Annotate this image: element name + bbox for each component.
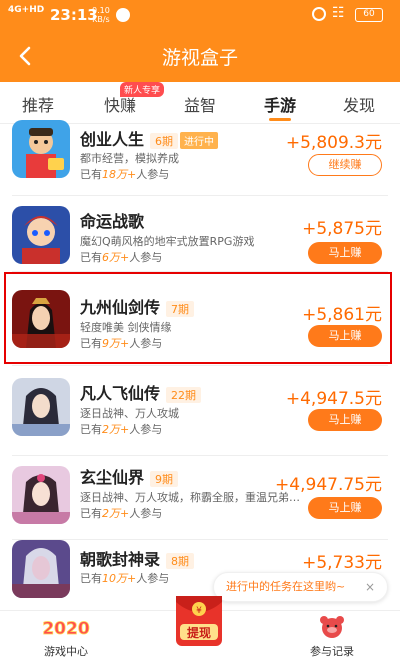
participants: 已有10万+人参与 <box>80 570 169 586</box>
game-icon <box>12 206 70 264</box>
list-item[interactable]: 命运战歌 魔幻Q萌风格的地牢式放置RPG游戏 已有6万+人参与 +5,875元 … <box>0 196 400 272</box>
participants-suffix: 人参与 <box>136 168 170 181</box>
battery-icon: 60 <box>355 8 383 22</box>
reward-amount: +5,733元 <box>302 553 382 573</box>
participants: 已有6万+人参与 <box>80 249 162 265</box>
participants-prefix: 已有 <box>80 572 102 585</box>
earn-now-button[interactable]: 马上赚 <box>308 497 382 519</box>
game-description: 都市经营，模拟养成 <box>80 152 179 165</box>
tab-discover[interactable]: 发现 <box>343 92 375 116</box>
game-description: 魔幻Q萌风格的地牢式放置RPG游戏 <box>80 235 255 248</box>
game-center-nav[interactable]: 2020 游戏中心 <box>26 613 106 659</box>
speed-unit: KB/s <box>92 15 110 24</box>
participants-prefix: 已有 <box>80 507 102 520</box>
game-name: 命运战歌 <box>80 208 144 232</box>
participant-count: 10万+ <box>102 572 137 585</box>
participants-prefix: 已有 <box>80 251 102 264</box>
speed-value: 0.10 <box>92 6 110 15</box>
active-tab-indicator <box>269 118 291 121</box>
reward-amount: +5,875元 <box>302 219 382 239</box>
participants-prefix: 已有 <box>80 423 102 436</box>
list-item[interactable]: 玄尘仙界 9期 逐日战神、万人攻城，称霸全服，重温兄弟… 已有2万+人参与 +4,… <box>0 456 400 540</box>
earn-now-button[interactable]: 马上赚 <box>308 242 382 264</box>
participants: 已有2万+人参与 <box>80 505 162 521</box>
record-icon <box>320 616 344 638</box>
reward-amount: +5,809.3元 <box>285 133 382 153</box>
game-description: 逐日战神、万人攻城 <box>80 407 179 420</box>
participants: 已有18万+人参与 <box>80 166 169 182</box>
period-badge: 6期 <box>150 132 179 149</box>
game-icon <box>12 466 70 524</box>
game-center-icon: 2020 <box>42 619 90 640</box>
game-icon <box>12 540 70 598</box>
wifi-icon: ☷ <box>332 5 345 21</box>
participants-suffix: 人参与 <box>129 507 163 520</box>
game-title: 创业人生 <box>80 130 145 149</box>
svg-text:2020: 2020 <box>42 619 89 639</box>
game-name: 朝歌封神录 8期 <box>80 546 195 570</box>
svg-text:提现: 提现 <box>187 625 211 640</box>
period-badge: 22期 <box>166 386 202 403</box>
game-name: 玄尘仙界 9期 <box>80 464 179 488</box>
status-bar: 4G+HD 23:13 0.10 KB/s ☷ 60 <box>0 0 400 30</box>
participants-prefix: 已有 <box>80 168 102 181</box>
reward-amount: +4,947.75元 <box>275 475 382 495</box>
svg-text:¥: ¥ <box>196 606 202 616</box>
tab-mobile-games[interactable]: 手游 <box>264 92 296 116</box>
network-indicator: 4G+HD <box>8 5 45 15</box>
period-badge: 9期 <box>150 470 179 487</box>
record-label: 参与记录 <box>310 645 354 658</box>
game-name: 凡人飞仙传 22期 <box>80 380 202 404</box>
participant-count: 2万+ <box>102 423 130 436</box>
clock: 23:13 <box>50 6 98 24</box>
participant-count: 2万+ <box>102 507 130 520</box>
toast-text: 进行中的任务在这里哟~ <box>226 580 346 593</box>
continue-earn-button[interactable]: 继续赚 <box>308 154 382 176</box>
game-title: 命运战歌 <box>80 212 145 231</box>
participants-suffix: 人参与 <box>129 251 163 264</box>
game-name: 创业人生 6期 进行中 <box>80 126 219 150</box>
tab-recommend[interactable]: 推荐 <box>22 92 54 116</box>
participant-count: 18万+ <box>102 168 137 181</box>
game-center-label: 游戏中心 <box>44 645 88 658</box>
game-title: 玄尘仙界 <box>80 468 145 487</box>
earn-now-button[interactable]: 马上赚 <box>308 409 382 431</box>
participant-count: 6万+ <box>102 251 130 264</box>
period-badge: 8期 <box>166 552 195 569</box>
in-progress-badge: 进行中 <box>180 132 219 149</box>
participants-suffix: 人参与 <box>136 572 170 585</box>
notification-app-icon <box>116 8 130 22</box>
highlight-box <box>4 272 392 364</box>
participation-record-nav[interactable]: 参与记录 <box>292 613 372 659</box>
app-header: 游视盒子 <box>0 30 400 82</box>
withdraw-button[interactable]: ¥ 提现 <box>170 592 228 650</box>
game-icon <box>12 120 70 178</box>
network-speed: 0.10 KB/s <box>92 6 110 24</box>
new-user-badge: 新人专享 <box>120 82 165 97</box>
page-title: 游视盒子 <box>161 47 238 69</box>
game-title: 朝歌封神录 <box>80 550 161 569</box>
tab-puzzle[interactable]: 益智 <box>184 92 216 116</box>
list-item[interactable]: 创业人生 6期 进行中 都市经营，模拟养成 已有18万+人参与 +5,809.3元 … <box>0 120 400 196</box>
reward-amount: +4,947.5元 <box>285 389 382 409</box>
task-tip-toast[interactable]: 进行中的任务在这里哟~ × <box>213 572 388 602</box>
tab-bar: 推荐 快赚 新人专享 益智 手游 发现 <box>0 82 400 124</box>
game-icon <box>12 378 70 436</box>
list-item[interactable]: 凡人飞仙传 22期 逐日战神、万人攻城 已有2万+人参与 +4,947.5元 马上… <box>0 366 400 456</box>
participants-suffix: 人参与 <box>129 423 163 436</box>
participants: 已有2万+人参与 <box>80 421 162 437</box>
game-title: 凡人飞仙传 <box>80 384 161 403</box>
alarm-icon <box>312 7 326 21</box>
close-icon[interactable]: × <box>365 573 375 601</box>
